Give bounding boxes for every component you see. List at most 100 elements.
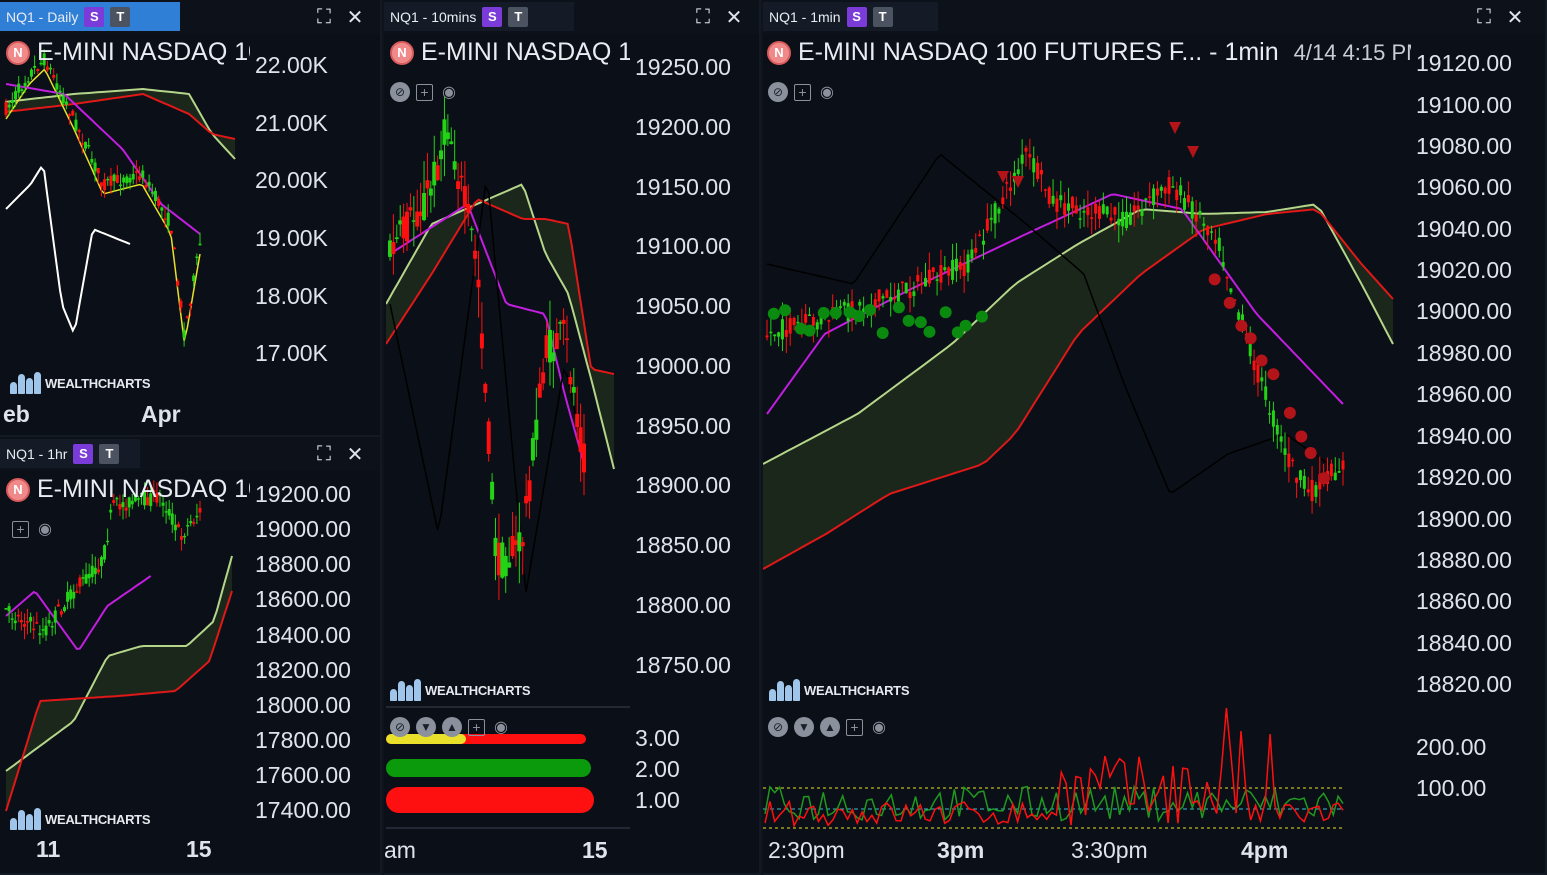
chart-daily[interactable] bbox=[0, 34, 250, 396]
candle-body bbox=[164, 511, 168, 513]
sell-signal-dot bbox=[1304, 447, 1317, 460]
tab-daily[interactable]: NQ1 - Daily S T bbox=[0, 2, 180, 31]
candle-body bbox=[198, 243, 202, 246]
x-axis[interactable]: am 15 bbox=[384, 834, 630, 868]
x-axis[interactable]: 11 15 bbox=[0, 833, 250, 867]
panel-10min[interactable]: NQ1 - 10mins S T ⛶ ✕ N E-MINI NASDAQ 10 … bbox=[384, 0, 761, 875]
eye-icon[interactable]: ◉ bbox=[439, 82, 459, 102]
y-axis[interactable]: 19120.00 19100.00 19080.00 19060.00 1904… bbox=[1411, 34, 1545, 873]
candle-body bbox=[10, 100, 14, 104]
candle-body bbox=[4, 608, 8, 610]
maximize-icon[interactable]: ⛶ bbox=[1473, 6, 1495, 28]
tab-1hr[interactable]: NQ1 - 1hr S T bbox=[0, 439, 140, 468]
chevron-down-icon[interactable]: ▼ bbox=[416, 717, 436, 737]
hide-icon[interactable]: ⊘ bbox=[768, 82, 788, 102]
maximize-icon[interactable]: ⛶ bbox=[692, 6, 714, 28]
s-badge[interactable]: S bbox=[84, 6, 105, 27]
candle-body bbox=[173, 247, 177, 250]
candle-body bbox=[61, 95, 65, 104]
panel-daily[interactable]: NQ1 - Daily S T ⛶ ✕ N E-MINI NASDAQ 10 2… bbox=[0, 0, 382, 437]
subpanel-tools: ⊘ ▼ ▲ + ◉ bbox=[768, 717, 889, 737]
eye-icon[interactable]: ◉ bbox=[869, 717, 889, 737]
y-tick: 19100.00 bbox=[635, 233, 731, 259]
chart-1min[interactable] bbox=[763, 34, 1411, 704]
chevron-up-icon[interactable]: ▲ bbox=[820, 717, 840, 737]
t-badge[interactable]: T bbox=[872, 6, 893, 27]
add-study-icon[interactable]: + bbox=[416, 83, 433, 101]
buy-signal-dot bbox=[959, 319, 972, 332]
candle-body bbox=[923, 277, 927, 287]
s-badge[interactable]: S bbox=[482, 6, 503, 27]
chart-10min[interactable] bbox=[386, 34, 630, 704]
add-study-icon[interactable]: + bbox=[846, 718, 863, 736]
candle-body bbox=[1074, 205, 1078, 214]
add-study-icon[interactable]: + bbox=[12, 520, 29, 538]
x-axis[interactable]: 2:30pm 3pm 3:30pm 4pm bbox=[763, 834, 1411, 868]
hide-icon[interactable]: ⊘ bbox=[390, 717, 410, 737]
candle-body bbox=[167, 509, 171, 516]
candle-body bbox=[1163, 187, 1167, 194]
candle-body bbox=[808, 314, 812, 317]
candle-body bbox=[1159, 186, 1163, 191]
x-tick: Apr bbox=[141, 401, 181, 427]
tab-10min[interactable]: NQ1 - 10mins S T bbox=[384, 2, 574, 31]
tab-1min[interactable]: NQ1 - 1min S T bbox=[763, 2, 938, 31]
hide-icon[interactable]: ⊘ bbox=[768, 717, 788, 737]
candle-body bbox=[118, 184, 122, 187]
chevron-down-icon[interactable]: ▼ bbox=[794, 717, 814, 737]
eye-icon[interactable]: ◉ bbox=[491, 717, 511, 737]
candle-body bbox=[1016, 169, 1020, 175]
panel-1min[interactable]: NQ1 - 1min S T ⛶ ✕ N E-MINI NASDAQ 100 F… bbox=[763, 0, 1547, 875]
maximize-icon[interactable]: ⛶ bbox=[313, 6, 335, 28]
candle-body bbox=[176, 524, 180, 528]
s-badge[interactable]: S bbox=[73, 443, 94, 464]
add-study-icon[interactable]: + bbox=[468, 718, 485, 736]
t-badge[interactable]: T bbox=[99, 443, 120, 464]
candle-body bbox=[415, 211, 420, 227]
x-axis[interactable]: eb Apr bbox=[0, 397, 250, 431]
candle-body bbox=[1067, 203, 1071, 211]
candle-body bbox=[997, 208, 1001, 214]
candle-body bbox=[1082, 211, 1086, 213]
candle-body bbox=[1341, 460, 1345, 470]
panel-1hr[interactable]: NQ1 - 1hr S T ⛶ ✕ N E-MINI NASDAQ 10 + ◉… bbox=[0, 437, 382, 875]
close-icon[interactable]: ✕ bbox=[1504, 6, 1526, 29]
y-axis[interactable]: 19200.00 19000.00 18800.00 18600.00 1840… bbox=[250, 471, 380, 873]
y-axis[interactable]: 19250.00 19200.00 19150.00 19100.00 1905… bbox=[630, 34, 759, 873]
candle-body bbox=[1314, 485, 1318, 497]
candle-body bbox=[144, 184, 148, 188]
candle-body bbox=[182, 329, 186, 338]
wealthcharts-text: WEALTHCHARTS bbox=[425, 682, 531, 698]
s-badge[interactable]: S bbox=[846, 6, 867, 27]
candle-body bbox=[14, 91, 18, 100]
candle-body bbox=[889, 296, 893, 302]
candle-body bbox=[1256, 364, 1260, 383]
t-badge[interactable]: T bbox=[110, 6, 131, 27]
candle-body bbox=[1198, 210, 1202, 215]
t-badge[interactable]: T bbox=[508, 6, 529, 27]
candle-body bbox=[493, 537, 498, 556]
close-icon[interactable]: ✕ bbox=[723, 6, 745, 29]
hide-icon[interactable]: ⊘ bbox=[390, 82, 410, 102]
candle-body bbox=[1194, 214, 1198, 222]
y-axis[interactable]: 22.00K 21.00K 20.00K 19.00K 18.00K 17.00… bbox=[250, 34, 380, 435]
subpanel-tools: ⊘ ▼ ▲ + ◉ bbox=[390, 717, 511, 737]
candle-body bbox=[943, 267, 947, 271]
eye-icon[interactable]: ◉ bbox=[35, 519, 55, 539]
chevron-up-icon[interactable]: ▲ bbox=[442, 717, 462, 737]
eye-icon[interactable]: ◉ bbox=[817, 82, 837, 102]
close-icon[interactable]: ✕ bbox=[344, 6, 366, 29]
sub-y-tick: 100.00 bbox=[1416, 775, 1487, 801]
candle-body bbox=[1298, 470, 1302, 481]
candle-body bbox=[49, 67, 53, 70]
candle-body bbox=[195, 515, 199, 518]
candle-body bbox=[558, 322, 563, 324]
buy-signal-dot bbox=[803, 324, 816, 337]
maximize-icon[interactable]: ⛶ bbox=[313, 443, 335, 465]
close-icon[interactable]: ✕ bbox=[344, 443, 366, 466]
y-tick: 19020.00 bbox=[1416, 257, 1512, 283]
candle-body bbox=[1283, 448, 1287, 455]
candle-body bbox=[1086, 207, 1090, 216]
add-study-icon[interactable]: + bbox=[794, 83, 811, 101]
y-tick: 19120.00 bbox=[1416, 50, 1512, 76]
